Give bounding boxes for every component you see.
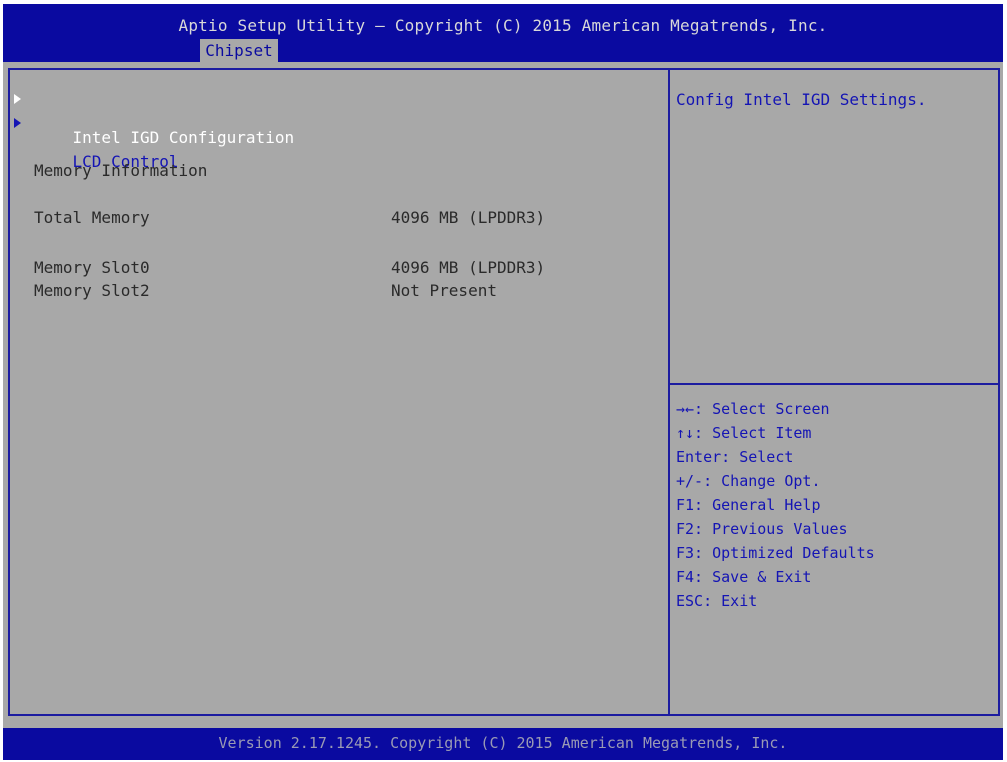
tab-chipset[interactable]: Chipset — [200, 39, 278, 62]
footer-bar: Version 2.17.1245. Copyright (C) 2015 Am… — [3, 728, 1003, 760]
key-hint: ↑↓: Select Item — [676, 424, 812, 442]
memory-slot2-value: Not Present — [391, 281, 497, 300]
key-hint: ESC: Exit — [676, 592, 758, 610]
total-memory-label: Total Memory — [34, 208, 150, 227]
key-hint: F4: Save & Exit — [676, 568, 812, 586]
bios-screen: Aptio Setup Utility – Copyright (C) 2015… — [3, 4, 1003, 760]
help-panel — [670, 68, 1000, 716]
key-hint: F2: Previous Values — [676, 520, 848, 538]
page-title: Aptio Setup Utility – Copyright (C) 2015… — [178, 16, 828, 35]
memory-slot0-value: 4096 MB (LPDDR3) — [391, 258, 546, 277]
version-text: Version 2.17.1245. Copyright (C) 2015 Am… — [218, 734, 788, 752]
key-hint: F1: General Help — [676, 496, 821, 514]
key-hint: Enter: Select — [676, 448, 794, 466]
key-hint: F3: Optimized Defaults — [676, 544, 875, 562]
header-bar: Aptio Setup Utility – Copyright (C) 2015… — [3, 4, 1003, 62]
key-legend: →←: Select Screen ↑↓: Select Item Enter:… — [676, 397, 875, 613]
submenu-arrow-icon — [14, 94, 21, 104]
memory-slot0-label: Memory Slot0 — [34, 258, 150, 277]
memory-slot2-label: Memory Slot2 — [34, 281, 150, 300]
submenu-arrow-icon — [14, 118, 21, 128]
total-memory-value: 4096 MB (LPDDR3) — [391, 208, 546, 227]
help-divider — [670, 383, 998, 385]
memory-section-title: Memory Information — [34, 161, 208, 180]
help-description: Config Intel IGD Settings. — [676, 90, 927, 109]
key-hint: →←: Select Screen — [676, 400, 830, 418]
key-hint: +/-: Change Opt. — [676, 472, 821, 490]
